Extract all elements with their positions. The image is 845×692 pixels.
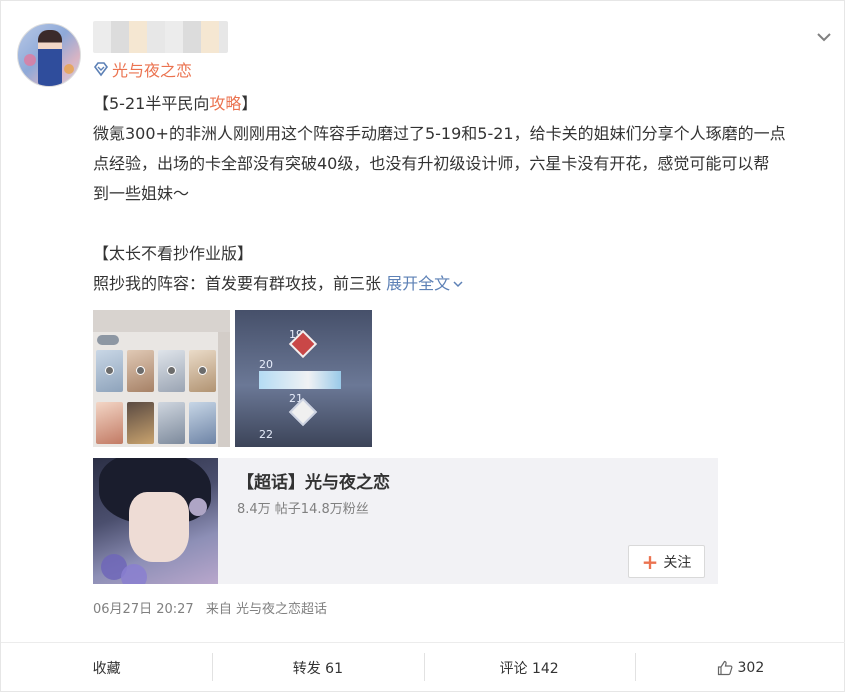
cover-flower (189, 498, 207, 516)
card-thumb (96, 350, 123, 392)
comment-button[interactable]: 评论 142 (423, 643, 635, 692)
section-title: 【太长不看抄作业版】 (93, 244, 254, 263)
card-thumb (189, 402, 216, 444)
post-meta: 06月27日 20:27 来自 光与夜之恋超话 (93, 598, 335, 617)
avatar-figure (38, 30, 62, 86)
thumb-tag (97, 335, 119, 345)
comment-label: 评论 142 (499, 661, 559, 677)
chevron-down-icon[interactable] (816, 29, 832, 45)
follow-label: 关注 (663, 554, 692, 571)
check-icon (105, 366, 114, 375)
super-topic-icon (94, 62, 108, 77)
post-line: 点经验，出场的卡全部没有突破40级，也没有升初级设计师，六星卡没有开花，感觉可能… (93, 154, 770, 173)
post-source[interactable]: 光与夜之恋 (93, 58, 192, 80)
like-count: 302 (737, 660, 765, 676)
cover-flower (121, 564, 147, 584)
card-thumb (96, 402, 123, 444)
chevron-down-icon (453, 281, 463, 288)
repost-button[interactable]: 转发 61 (212, 643, 423, 692)
post-title: 【5-21半平民向攻略】 (93, 89, 833, 119)
level-label: 20 (259, 358, 273, 371)
super-topic-card[interactable]: 【超话】光与夜之恋 8.4万 帖子14.8万粉丝 + 关注 (93, 458, 718, 584)
check-icon (198, 366, 207, 375)
image-stage-map[interactable]: 19 20 21 22 (235, 310, 372, 447)
title-prefix: 【5-21半平民向 (93, 94, 210, 113)
post-line: 微氪300+的非洲人刚刚用这个阵容手动磨过了5-19和5-21，给卡关的姐妹们分… (93, 124, 786, 143)
cover-face (129, 492, 189, 562)
avatar[interactable] (17, 23, 81, 87)
card-thumb (158, 402, 185, 444)
expand-full-text-link[interactable]: 展开全文 (386, 269, 464, 299)
post-time[interactable]: 06月27日 20:27 (93, 602, 194, 617)
post-line: 到一些姐妹～ (93, 184, 190, 203)
level-label: 22 (259, 428, 273, 441)
card-thumb (158, 350, 185, 392)
check-icon (136, 366, 145, 375)
action-bar: 收藏 转发 61 评论 142 302 (1, 642, 845, 692)
expand-label: 展开全文 (386, 274, 451, 293)
card-thumb (127, 350, 154, 392)
image-team-screenshot[interactable] (93, 310, 230, 447)
check-icon (167, 366, 176, 375)
username-blurred[interactable] (93, 21, 228, 53)
title-highlight[interactable]: 攻略 (209, 94, 241, 113)
thumb-scrollbar (218, 332, 230, 447)
preview-text: 照抄我的阵容：首发要有群攻技，前三张 (93, 274, 382, 293)
avatar-decor (24, 54, 36, 66)
favorite-button[interactable]: 收藏 (1, 643, 212, 692)
like-icon (717, 660, 732, 676)
post-from[interactable]: 来自 光与夜之恋超话 (206, 602, 327, 617)
source-label: 光与夜之恋 (112, 61, 193, 80)
topic-title[interactable]: 【超话】光与夜之恋 (237, 468, 390, 493)
favorite-label: 收藏 (92, 661, 121, 677)
title-suffix: 】 (241, 94, 258, 113)
follow-button[interactable]: + 关注 (628, 545, 705, 578)
thumb-header (93, 310, 230, 332)
stage-highlight (259, 371, 341, 389)
like-button[interactable]: 302 (634, 643, 845, 692)
card-thumb (127, 402, 154, 444)
avatar-decor (64, 64, 74, 74)
weibo-post-card: 光与夜之恋 【5-21半平民向攻略】 微氪300+的非洲人刚刚用这个阵容手动磨过… (0, 0, 845, 692)
topic-stats: 8.4万 帖子14.8万粉丝 (237, 502, 369, 517)
card-thumb (189, 350, 216, 392)
topic-cover-image (93, 458, 218, 584)
preview-line: 照抄我的阵容：首发要有群攻技，前三张 展开全文 (93, 269, 833, 299)
plus-icon: + (641, 549, 659, 574)
repost-label: 转发 61 (292, 661, 343, 677)
post-text: 【5-21半平民向攻略】 微氪300+的非洲人刚刚用这个阵容手动磨过了5-19和… (93, 89, 833, 299)
